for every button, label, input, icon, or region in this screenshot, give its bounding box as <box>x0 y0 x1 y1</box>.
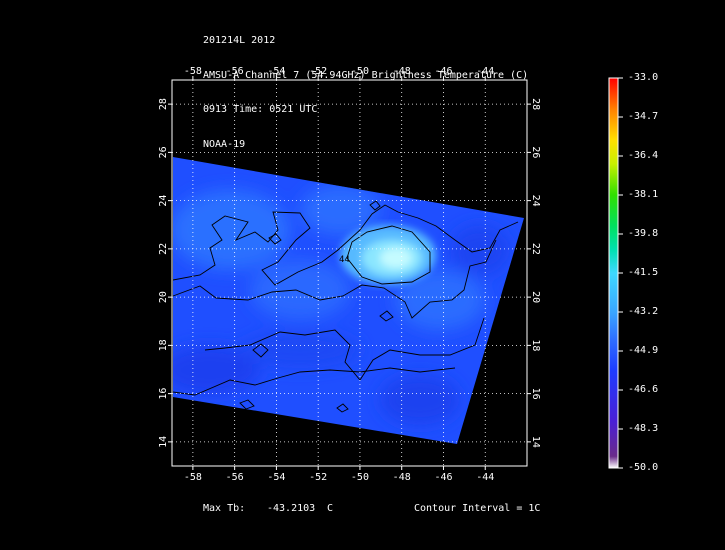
top-lon-label: -54 <box>267 66 285 77</box>
colorbar-ticks <box>618 77 623 469</box>
max-tb-label: Max Tb: <box>203 503 246 514</box>
colorbar-label: -36.4 <box>628 150 659 161</box>
left-lat-label: 28 <box>158 98 169 110</box>
left-lat-label: 16 <box>158 388 169 400</box>
contour-label: 44 <box>339 255 350 265</box>
right-lat-label: 18 <box>530 339 541 351</box>
left-lat-label: 20 <box>158 291 169 303</box>
left-lat-label: 22 <box>158 243 169 255</box>
right-lat-label: 26 <box>530 146 541 158</box>
bottom-lon-label: -46 <box>434 472 452 483</box>
top-lon-label: -48 <box>393 66 411 77</box>
right-lat-label: 20 <box>530 291 541 303</box>
data-swath <box>173 157 524 444</box>
colorbar-label: -33.0 <box>628 72 659 83</box>
left-lat-label: 14 <box>158 436 169 448</box>
right-lat-label: 28 <box>530 98 541 110</box>
bottom-lon-label: -52 <box>309 472 327 483</box>
bottom-lon-label: -50 <box>351 472 369 483</box>
top-lon-label: -56 <box>226 66 244 77</box>
right-lat-label: 24 <box>530 195 541 207</box>
right-lat-label: 16 <box>530 388 541 400</box>
top-lon-label: -50 <box>351 66 369 77</box>
colorbar-label: -41.5 <box>628 267 659 278</box>
left-lat-label: 26 <box>158 146 169 158</box>
colorbar-label: -50.0 <box>628 462 659 473</box>
bottom-lon-label: -48 <box>393 472 411 483</box>
colorbar <box>608 77 619 469</box>
max-tb-value: -43.2103 <box>267 503 316 514</box>
colorbar-label: -44.9 <box>628 345 659 356</box>
colorbar-label: -38.1 <box>628 189 659 200</box>
brightness-temperature-map: 44 -58 -58 -56 -56 -54 -54 -52 -52 -50 -50 -48 -48 -… <box>158 66 623 483</box>
colorbar-label: -34.7 <box>628 111 659 122</box>
top-lon-label: -58 <box>184 66 202 77</box>
top-lon-label: -44 <box>476 66 494 77</box>
colorbar-label: -48.3 <box>628 423 659 434</box>
left-lat-label: 18 <box>158 339 169 351</box>
colorbar-label: -43.2 <box>628 306 659 317</box>
bottom-lon-label: -58 <box>184 472 202 483</box>
contour-interval: Contour Interval = 1C <box>414 503 541 514</box>
bottom-lon-label: -56 <box>226 472 244 483</box>
top-lon-label: -52 <box>309 66 327 77</box>
top-lon-label: -46 <box>434 66 452 77</box>
colorbar-label: -46.6 <box>628 384 659 395</box>
colorbar-label: -39.8 <box>628 228 659 239</box>
bottom-lon-label: -54 <box>267 472 285 483</box>
right-lat-label: 14 <box>530 436 541 448</box>
left-lat-label: 24 <box>158 195 169 207</box>
max-tb-unit: C <box>327 503 334 514</box>
bottom-lon-label: -44 <box>476 472 494 483</box>
right-lat-label: 22 <box>530 243 541 255</box>
